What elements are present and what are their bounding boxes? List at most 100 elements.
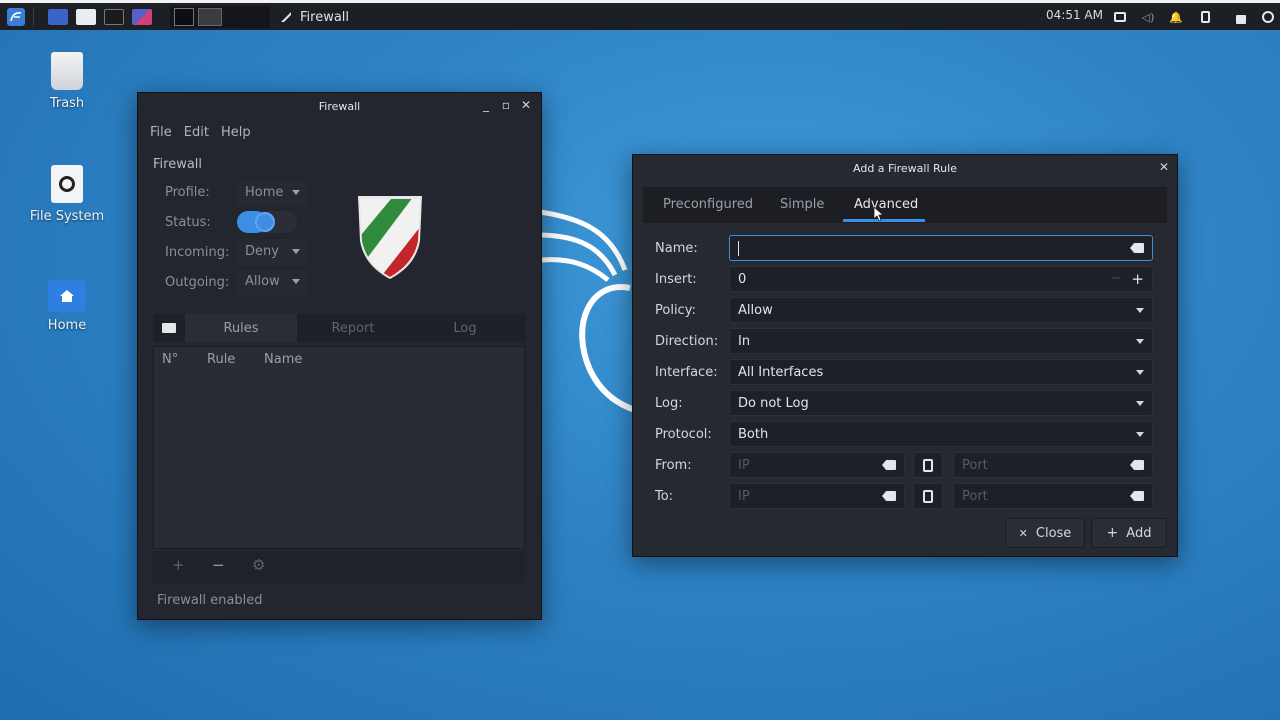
home-folder-icon	[48, 280, 86, 312]
clear-icon[interactable]	[1130, 460, 1144, 470]
decrement-button[interactable]: −	[1111, 271, 1122, 286]
menu-edit[interactable]: Edit	[178, 125, 215, 140]
notifications-tray[interactable]: 🔔	[1169, 10, 1183, 24]
add-rule-button[interactable]: +	[172, 556, 185, 574]
outgoing-select[interactable]: Allow	[237, 269, 307, 295]
table-header: N° Rule Name	[154, 347, 524, 373]
firewall-app-icon	[281, 12, 291, 22]
minimize-button[interactable]: _	[479, 97, 493, 113]
clear-icon[interactable]	[1130, 243, 1144, 253]
status-bar-text: Firewall enabled	[157, 593, 263, 608]
desktop-icon-trash[interactable]: Trash	[22, 52, 112, 111]
taskbar-item-firewall[interactable]: Firewall	[280, 7, 349, 27]
policy-select[interactable]: Allow	[729, 297, 1153, 323]
desktop-icon-label: File System	[29, 209, 105, 224]
menu-file[interactable]: File	[144, 125, 178, 140]
clock[interactable]: 04:51 AM	[1046, 8, 1103, 22]
firewall-window: Firewall _ ▫ ✕ File Edit Help Firewall P…	[137, 92, 542, 620]
log-value: Do not Log	[738, 396, 809, 411]
workspace-1[interactable]	[174, 8, 194, 26]
incoming-select[interactable]: Deny	[237, 239, 307, 265]
battery-tray[interactable]	[1198, 10, 1212, 24]
interface-select[interactable]: All Interfaces	[729, 359, 1153, 385]
to-label: To:	[655, 489, 674, 504]
profile-select[interactable]: Home	[237, 180, 307, 206]
to-port-input[interactable]: Port	[953, 483, 1153, 509]
firewall-titlebar[interactable]: Firewall _ ▫ ✕	[138, 93, 541, 119]
launcher-files[interactable]	[75, 3, 97, 30]
port-placeholder: Port	[962, 489, 988, 504]
outgoing-value: Allow	[245, 274, 280, 289]
clear-icon[interactable]	[882, 460, 896, 470]
close-icon: ✕	[1018, 526, 1028, 540]
insert-stepper[interactable]: 0 − +	[729, 266, 1153, 292]
workspace-switcher[interactable]	[170, 6, 270, 28]
add-button[interactable]: + Add	[1091, 518, 1167, 548]
desktop-icon-label: Home	[47, 318, 87, 333]
increment-button[interactable]: +	[1131, 270, 1144, 288]
mouse-pointer-icon	[874, 207, 884, 221]
display-tray[interactable]	[1113, 10, 1127, 24]
drive-icon	[51, 165, 83, 203]
display-icon	[1114, 12, 1126, 22]
column-name[interactable]: Name	[264, 352, 302, 367]
interface-value: All Interfaces	[738, 365, 824, 380]
dialog-titlebar[interactable]: Add a Firewall Rule ✕	[633, 155, 1177, 181]
remove-rule-button[interactable]: −	[212, 556, 225, 574]
chevron-down-icon	[292, 190, 300, 195]
tab-simple[interactable]: Simple	[780, 197, 824, 212]
lock-tray[interactable]	[1234, 10, 1248, 24]
tab-rules[interactable]: Rules	[185, 314, 297, 342]
to-ip-input[interactable]: IP	[729, 483, 905, 509]
ip-placeholder: IP	[738, 458, 750, 473]
launcher-terminal[interactable]	[103, 3, 125, 30]
tab-log[interactable]: Log	[409, 314, 521, 342]
column-rule[interactable]: Rule	[207, 352, 235, 367]
log-label: Log:	[655, 396, 683, 411]
menu-help[interactable]: Help	[215, 125, 257, 140]
policy-value: Allow	[738, 303, 773, 318]
from-copy-button[interactable]	[913, 452, 943, 478]
workspace-2[interactable]	[198, 8, 222, 26]
button-label: Add	[1126, 525, 1152, 541]
launcher-browser[interactable]	[131, 3, 153, 30]
to-copy-button[interactable]	[913, 483, 943, 509]
close-icon[interactable]: ✕	[1157, 159, 1171, 175]
column-number[interactable]: N°	[162, 352, 178, 367]
desktop-icon-home[interactable]: Home	[22, 280, 112, 333]
tab-advanced[interactable]: Advanced	[854, 197, 918, 212]
chevron-down-icon	[292, 249, 300, 254]
plus-icon: +	[1106, 525, 1119, 541]
desktop-icon-filesystem[interactable]: File System	[22, 165, 112, 224]
protocol-select[interactable]: Both	[729, 421, 1153, 447]
status-toggle[interactable]	[237, 211, 297, 233]
chevron-down-icon	[1136, 370, 1144, 375]
tab-preconfigured[interactable]: Preconfigured	[663, 197, 753, 212]
log-select[interactable]: Do not Log	[729, 390, 1153, 416]
power-tray[interactable]	[1261, 10, 1275, 24]
section-title: Firewall	[153, 157, 203, 172]
direction-select[interactable]: In	[729, 328, 1153, 354]
folder-tab[interactable]	[153, 314, 185, 342]
rules-table: N° Rule Name	[153, 346, 525, 549]
app-menu-button[interactable]	[4, 3, 28, 30]
name-input[interactable]	[729, 235, 1153, 261]
policy-label: Policy:	[655, 303, 696, 318]
battery-icon	[1200, 11, 1210, 23]
taskbar-item-label: Firewall	[300, 9, 350, 25]
close-button[interactable]: ✕ Close	[1005, 518, 1085, 548]
from-port-input[interactable]: Port	[953, 452, 1153, 478]
ip-placeholder: IP	[738, 489, 750, 504]
gear-icon[interactable]: ⚙	[252, 556, 265, 574]
from-ip-input[interactable]: IP	[729, 452, 905, 478]
name-label: Name:	[655, 241, 698, 256]
clear-icon[interactable]	[882, 491, 896, 501]
bell-icon: 🔔	[1169, 10, 1183, 24]
browser-icon	[132, 8, 152, 25]
tab-report[interactable]: Report	[297, 314, 409, 342]
clear-icon[interactable]	[1130, 491, 1144, 501]
launcher-desktop[interactable]	[47, 3, 69, 30]
close-button[interactable]: ✕	[519, 97, 533, 113]
volume-tray[interactable]: ◁)	[1141, 10, 1155, 24]
maximize-button[interactable]: ▫	[499, 97, 513, 113]
